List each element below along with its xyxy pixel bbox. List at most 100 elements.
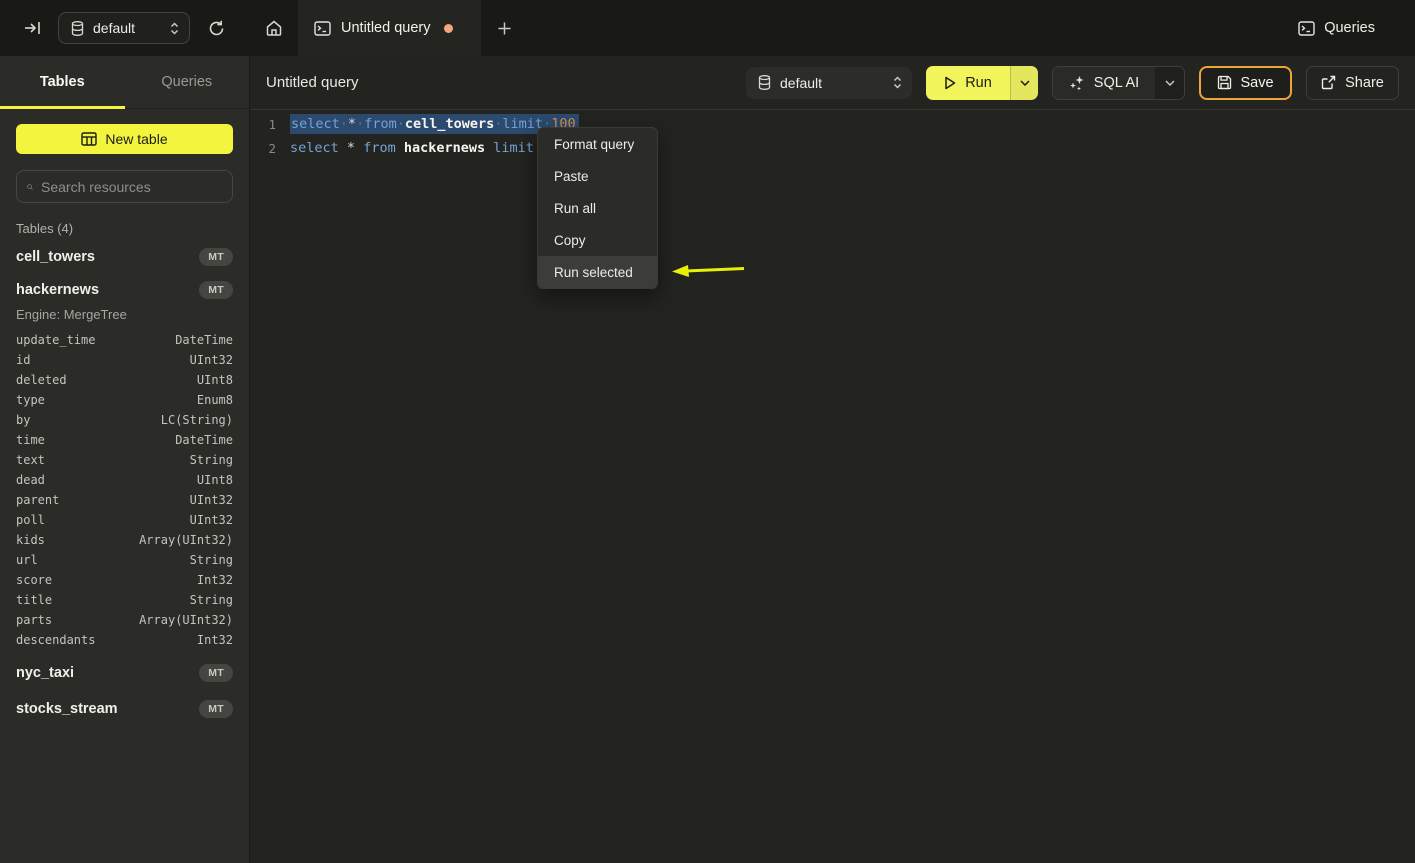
chevron-down-icon	[1020, 80, 1030, 86]
column-name: dead	[16, 473, 45, 487]
column-row-text: textString	[16, 450, 233, 470]
column-name: url	[16, 553, 38, 567]
column-row-kids: kidsArray(UInt32)	[16, 530, 233, 550]
column-name: id	[16, 353, 30, 367]
top-bar: default Untitled query	[0, 0, 1415, 56]
column-name: parent	[16, 493, 59, 507]
run-label: Run	[965, 75, 992, 91]
table-name: stocks_stream	[16, 701, 118, 717]
database-icon	[758, 75, 771, 90]
run-split-button: Run	[926, 66, 1038, 100]
tab-strip: Untitled query	[250, 0, 1298, 56]
column-name: kids	[16, 533, 45, 547]
code-text: select * from hackernews limit 100	[290, 140, 566, 156]
column-type: String	[190, 453, 233, 467]
unsaved-changes-dot	[444, 24, 453, 33]
share-label: Share	[1345, 75, 1384, 91]
column-row-time: timeDateTime	[16, 430, 233, 450]
collapse-sidebar-button[interactable]	[18, 14, 46, 42]
table-name: nyc_taxi	[16, 665, 74, 681]
column-type: UInt32	[190, 353, 233, 367]
app-window: default Untitled query	[0, 0, 1415, 863]
query-database-selector[interactable]: default	[746, 67, 912, 99]
engine-badge: MT	[199, 248, 233, 266]
run-button[interactable]: Run	[926, 66, 1010, 100]
code-line-1: 1select·*·from·cell_towers·limit·100	[250, 112, 1415, 136]
line-number: 2	[250, 141, 276, 156]
columns-list: update_timeDateTimeidUInt32deletedUInt8t…	[16, 330, 233, 650]
tables-list: cell_towersMThackernewsMTEngine: MergeTr…	[16, 244, 233, 722]
sidebar-tab-tables[interactable]: Tables	[0, 56, 125, 108]
refresh-button[interactable]	[202, 14, 230, 42]
sidebar-tab-queries[interactable]: Queries	[125, 56, 250, 108]
menu-item-paste[interactable]: Paste	[538, 160, 657, 192]
column-type: UInt8	[197, 473, 233, 487]
column-row-dead: dead UInt8	[16, 470, 233, 490]
column-row-id: id UInt32	[16, 350, 233, 370]
column-type: String	[190, 593, 233, 607]
column-row-parts: partsArray(UInt32)	[16, 610, 233, 630]
menu-item-run-selected[interactable]: Run selected	[538, 256, 657, 288]
code-lines: 1select·*·from·cell_towers·limit·100 2 sel…	[250, 112, 1415, 160]
table-name: cell_towers	[16, 249, 95, 265]
new-table-button[interactable]: New table	[16, 124, 233, 154]
sql-ai-split-button: SQL AI	[1052, 66, 1185, 100]
tab-label: Untitled query	[341, 20, 430, 36]
database-selector-value: default	[93, 20, 161, 36]
column-type: UInt32	[190, 493, 233, 507]
toolbar-controls: default Run	[746, 66, 1399, 100]
column-type: LC(String)	[161, 413, 233, 427]
save-icon	[1217, 75, 1232, 90]
table-row-hackernews[interactable]: hackernewsMT	[16, 277, 233, 303]
save-button[interactable]: Save	[1199, 66, 1292, 100]
save-label: Save	[1240, 75, 1273, 91]
engine-badge: MT	[199, 700, 233, 718]
table-row-stocks_stream[interactable]: stocks_stream MT	[16, 696, 233, 722]
database-icon	[71, 21, 84, 36]
refresh-icon	[208, 20, 225, 37]
queries-label: Queries	[1324, 20, 1375, 36]
editor-context-menu: Format queryPasteRun allCopyRun selected	[537, 127, 658, 289]
home-icon	[265, 19, 283, 37]
chevron-updown-icon	[170, 22, 179, 35]
column-type: Int32	[197, 633, 233, 647]
code-text-selected: select·*·from·cell_towers·limit·100	[290, 114, 579, 134]
column-type: Enum8	[197, 393, 233, 407]
search-input[interactable]	[41, 179, 222, 195]
new-tab-button[interactable]	[481, 0, 527, 56]
search-icon	[27, 180, 33, 194]
column-name: title	[16, 593, 52, 607]
query-title: Untitled query	[266, 74, 359, 91]
menu-item-format-query[interactable]: Format query	[538, 128, 657, 160]
column-type: Array(UInt32)	[139, 613, 233, 627]
menu-item-copy[interactable]: Copy	[538, 224, 657, 256]
chevron-updown-icon	[893, 76, 902, 89]
sql-ai-options-button[interactable]	[1155, 67, 1184, 99]
engine-badge: MT	[199, 664, 233, 682]
table-row-cell_towers[interactable]: cell_towers MT	[16, 244, 233, 270]
queries-button[interactable]: Queries	[1298, 20, 1375, 36]
share-button[interactable]: Share	[1306, 66, 1399, 100]
sidebar: Tables Queries New table Tables (4) cell…	[0, 56, 250, 863]
engine-badge: MT	[199, 281, 233, 299]
home-button[interactable]	[250, 0, 298, 56]
menu-item-run-all[interactable]: Run all	[538, 192, 657, 224]
column-name: poll	[16, 513, 45, 527]
query-database-value: default	[780, 75, 884, 91]
query-toolbar: Untitled query default Run	[250, 56, 1415, 110]
column-row-by: by LC(String)	[16, 410, 233, 430]
sql-editor[interactable]: 1select·*·from·cell_towers·limit·100 2 sel…	[250, 110, 1415, 863]
plus-icon	[497, 21, 512, 36]
table-row-nyc_taxi[interactable]: nyc_taxi MT	[16, 660, 233, 686]
collapse-sidebar-icon	[24, 21, 41, 35]
tab-untitled-query[interactable]: Untitled query	[298, 0, 481, 56]
column-name: by	[16, 413, 30, 427]
database-selector[interactable]: default	[58, 12, 190, 44]
sql-ai-button[interactable]: SQL AI	[1053, 67, 1155, 99]
run-options-button[interactable]	[1010, 66, 1038, 100]
column-name: score	[16, 573, 52, 587]
column-row-parent: parent UInt32	[16, 490, 233, 510]
code-line-2: 2 select * from hackernews limit 100	[250, 136, 1415, 160]
terminal-icon	[314, 21, 331, 36]
search-box[interactable]	[16, 170, 233, 203]
